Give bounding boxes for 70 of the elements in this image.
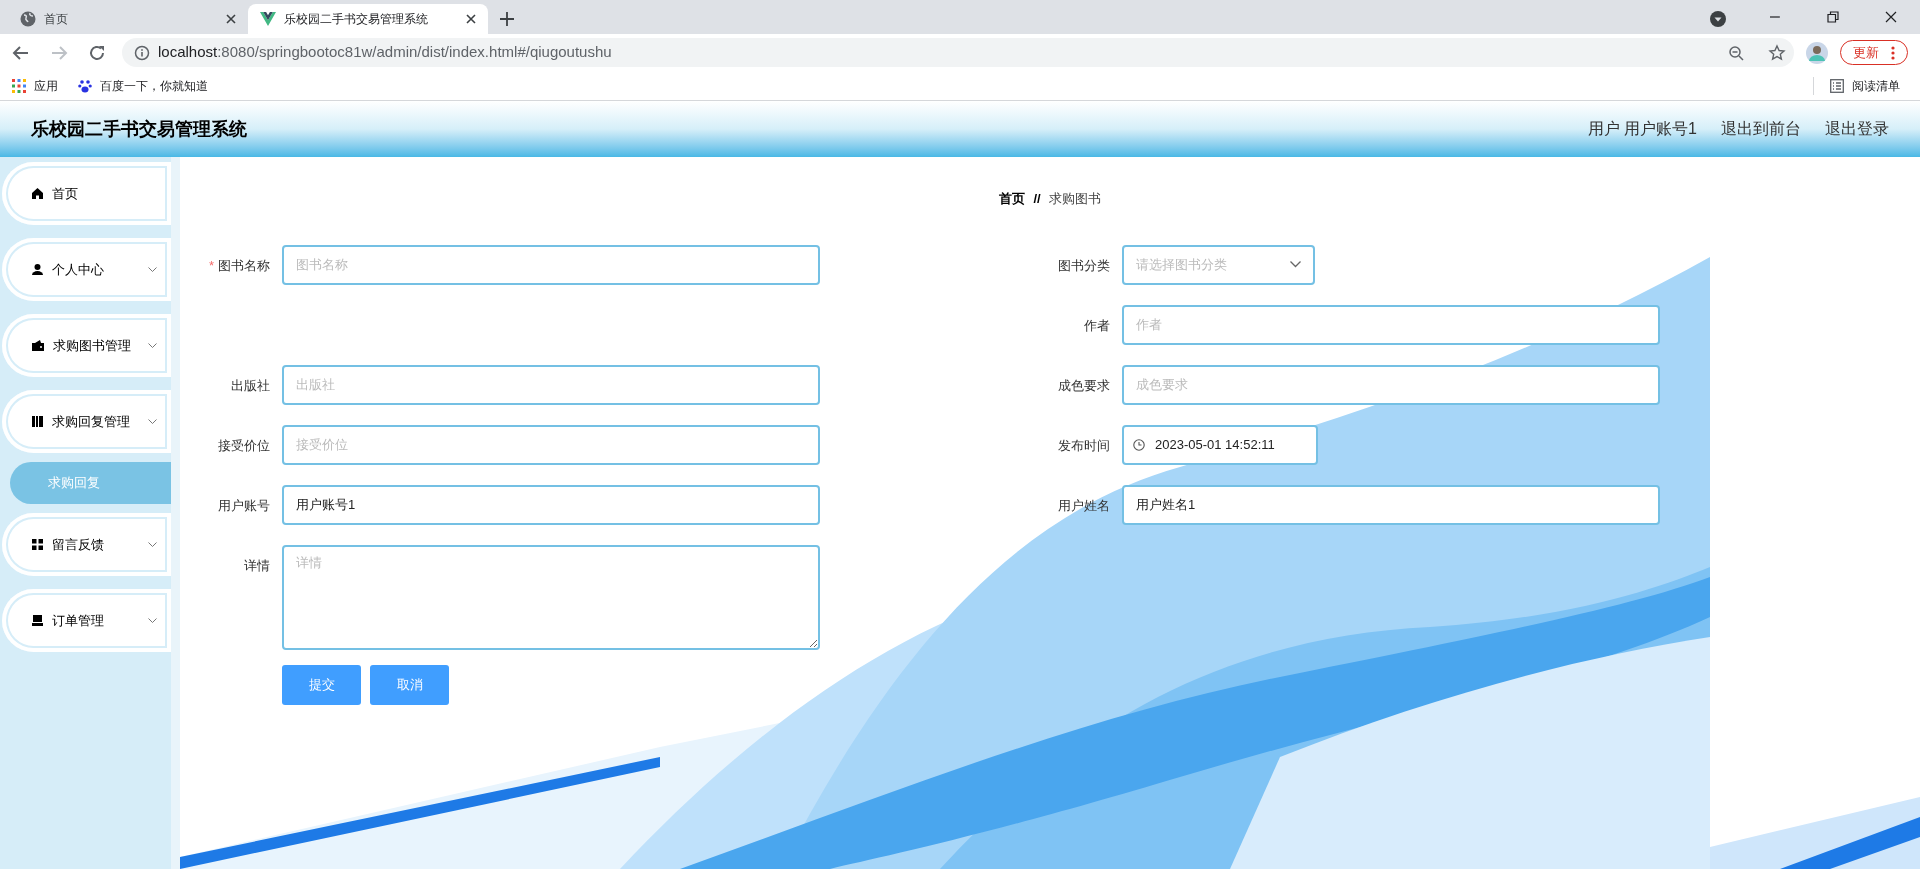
grid-icon [32, 539, 43, 550]
chevron-icon [148, 541, 157, 548]
chevron-icon [148, 617, 157, 624]
field-label: 详情 [244, 556, 270, 575]
avatar-icon[interactable] [1806, 41, 1828, 64]
field-label: 成色要求 [1058, 376, 1110, 395]
close-icon[interactable] [226, 14, 236, 24]
person-icon [32, 264, 43, 275]
sidebar-item[interactable]: 订单管理 [2, 589, 171, 652]
browser-tab[interactable]: 首页 [8, 4, 248, 34]
zoom-icon[interactable] [1728, 44, 1744, 61]
sidebar-item[interactable]: 求购图书管理 [2, 314, 171, 377]
browser-tab[interactable]: 乐校园二手书交易管理系统 [248, 4, 488, 34]
printer-icon [32, 615, 43, 626]
required-mark: * [208, 256, 214, 275]
more-icon [1891, 45, 1895, 60]
v-logo-icon [260, 12, 276, 26]
chevron-icon [148, 266, 157, 273]
breadcrumb-current: 求购图书 [1048, 190, 1101, 208]
sidebar-item[interactable]: 求购回复管理 [2, 390, 171, 453]
bookmark-link[interactable]: 百度一下，你就知道 [100, 76, 208, 95]
breadcrumb-link[interactable]: 首页 [999, 189, 1026, 209]
chevron-icon [1290, 261, 1301, 268]
new-tab-icon[interactable] [500, 12, 514, 26]
field-label: 作者 [1084, 316, 1110, 335]
app-title: 乐校园二手书交易管理系统 [31, 117, 247, 141]
input-field[interactable]: 成色要求 [1122, 364, 1660, 405]
chevron-icon [148, 418, 157, 425]
date-field[interactable]: 2023-05-01 14:52:11 [1122, 424, 1318, 465]
field-label: 出版社 [231, 376, 270, 395]
dropdown-icon[interactable] [1710, 11, 1726, 27]
field-label: 接受价位 [218, 436, 270, 455]
input-field[interactable]: 用户姓名1 [1122, 484, 1660, 525]
book-icon [32, 416, 43, 427]
header-link[interactable]: 退出到前台 [1721, 117, 1801, 141]
info-icon [134, 44, 150, 61]
sidebar-item[interactable]: 个人中心 [2, 238, 171, 301]
input-field[interactable]: 接受价位 [282, 424, 820, 465]
field-label: 用户姓名 [1058, 496, 1110, 515]
input-field[interactable]: 作者 [1122, 304, 1660, 345]
header-link[interactable]: 退出登录 [1825, 117, 1889, 141]
close-icon[interactable] [1885, 11, 1897, 23]
url-text: localhost:8080/springbootoc81w/admin/dist/index.html#/qiugoutushu [158, 42, 613, 63]
field-label: 图书名称 [218, 256, 270, 275]
breadcrumb-separator: // [1033, 190, 1041, 208]
clock-icon [1133, 438, 1145, 451]
text-area[interactable]: 详情 [282, 544, 820, 650]
input-field[interactable]: 出版社 [282, 364, 820, 405]
chevron-icon [148, 342, 157, 349]
star-icon[interactable] [1768, 43, 1786, 62]
paw-icon[interactable] [78, 78, 92, 93]
reload-icon[interactable] [88, 43, 106, 62]
close-icon[interactable] [466, 14, 476, 24]
apps-grid-icon[interactable] [12, 78, 26, 93]
sidebar-item[interactable]: 留言反馈 [2, 513, 171, 576]
back-icon[interactable] [12, 43, 30, 62]
field-label: 发布时间 [1058, 436, 1110, 455]
input-field[interactable]: 图书名称 [282, 244, 820, 285]
restore-icon[interactable] [1827, 11, 1839, 23]
wallet-icon [32, 340, 44, 351]
bookmark-link[interactable]: 应用 [34, 76, 58, 95]
reading-list-link[interactable]: 阅读清单 [1852, 76, 1900, 95]
home-icon [32, 188, 43, 199]
field-label: 图书分类 [1058, 256, 1110, 275]
sidebar-item[interactable]: 首页 [2, 162, 171, 225]
input-field[interactable]: 用户账号1 [282, 484, 820, 525]
field-label: 用户账号 [218, 496, 270, 515]
address-bar[interactable]: localhost:8080/springbootoc81w/admin/dist/index.html#/qiugoutushu [122, 38, 1794, 67]
header-link[interactable]: 用户 用户账号1 [1587, 117, 1697, 141]
list-icon[interactable] [1830, 78, 1844, 93]
